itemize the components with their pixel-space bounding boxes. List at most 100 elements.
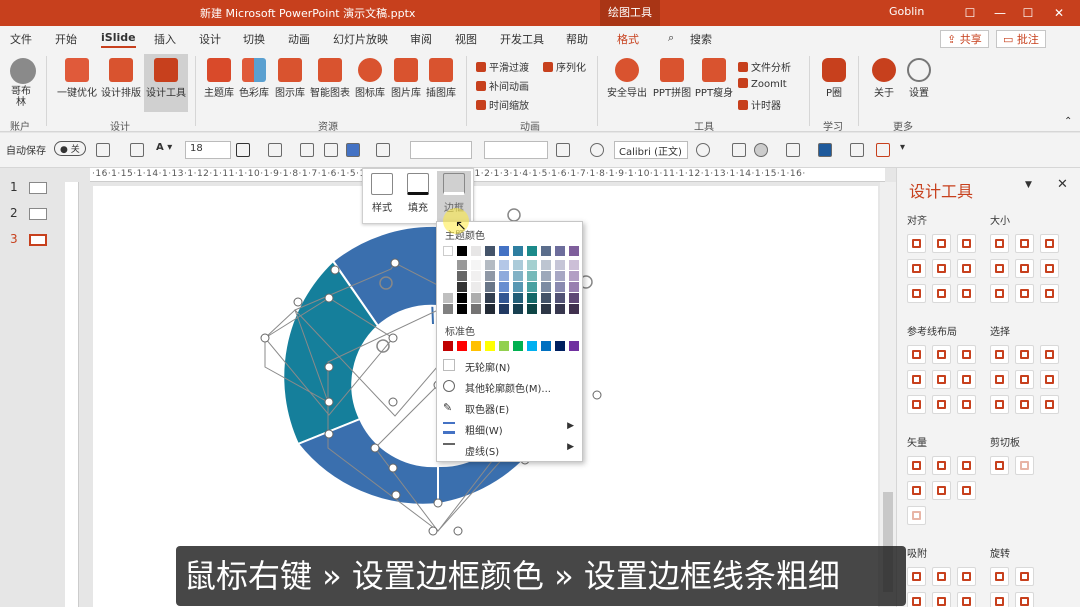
tab-file[interactable]: 文件 bbox=[10, 31, 32, 47]
pane-tool-button[interactable] bbox=[932, 234, 951, 253]
pane-tool-button[interactable] bbox=[932, 592, 951, 607]
color-swatch[interactable] bbox=[513, 293, 523, 303]
pane-tool-button[interactable] bbox=[1015, 234, 1034, 253]
color-swatch[interactable] bbox=[555, 293, 565, 303]
pane-tool-button[interactable] bbox=[907, 370, 926, 389]
color-swatch[interactable] bbox=[527, 246, 537, 256]
pane-tool-button[interactable] bbox=[907, 395, 926, 414]
pane-tool-button[interactable] bbox=[1015, 370, 1034, 389]
shape-icon[interactable] bbox=[300, 143, 314, 157]
comment-button[interactable]: ▭ 批注 bbox=[996, 30, 1046, 48]
color-swatch[interactable] bbox=[499, 304, 509, 314]
pen-icon[interactable] bbox=[268, 143, 282, 157]
pane-menu-icon[interactable]: ▼ bbox=[1025, 180, 1032, 190]
pane-tool-button[interactable] bbox=[957, 456, 976, 475]
color-swatch[interactable] bbox=[485, 293, 495, 303]
color-swatch[interactable] bbox=[457, 271, 467, 281]
color-swatch[interactable] bbox=[457, 304, 467, 314]
pane-tool-button[interactable] bbox=[990, 234, 1009, 253]
pane-tool-button[interactable] bbox=[957, 234, 976, 253]
color-swatch[interactable] bbox=[527, 304, 537, 314]
timer-button[interactable]: 计时器 bbox=[738, 97, 781, 112]
color-swatch[interactable] bbox=[513, 246, 523, 256]
standard-color-swatch[interactable] bbox=[443, 341, 453, 351]
tab-design[interactable]: 设计 bbox=[199, 31, 221, 47]
collapse-ribbon-icon[interactable]: ⌃ bbox=[1064, 116, 1072, 127]
sequence-button[interactable]: 序列化 bbox=[543, 59, 586, 74]
color-swatch[interactable] bbox=[457, 260, 467, 270]
user-name[interactable]: Goblin bbox=[889, 5, 924, 18]
pane-tool-button[interactable] bbox=[932, 370, 951, 389]
color-swatch[interactable] bbox=[527, 260, 537, 270]
pane-tool-button[interactable] bbox=[957, 481, 976, 500]
pane-tool-button[interactable] bbox=[1015, 567, 1034, 586]
dash-icon[interactable] bbox=[376, 143, 390, 157]
color-swatch[interactable] bbox=[485, 260, 495, 270]
pane-tool-button[interactable] bbox=[990, 395, 1009, 414]
standard-color-swatch[interactable] bbox=[457, 341, 467, 351]
color-swatch[interactable] bbox=[555, 282, 565, 292]
pane-tool-button[interactable] bbox=[1015, 395, 1034, 414]
color-swatch[interactable] bbox=[555, 271, 565, 281]
color-swatch[interactable] bbox=[513, 304, 523, 314]
settings-button[interactable]: 设置 bbox=[903, 58, 935, 99]
icon-library-button[interactable]: 图标库 bbox=[353, 58, 387, 99]
color-swatch[interactable] bbox=[471, 293, 481, 303]
color-swatch[interactable] bbox=[541, 304, 551, 314]
color-swatch[interactable] bbox=[485, 271, 495, 281]
standard-color-swatch[interactable] bbox=[569, 341, 579, 351]
user-avatar-icon[interactable]: ☐ bbox=[960, 3, 980, 23]
about-button[interactable]: 关于 bbox=[868, 58, 900, 99]
search-label[interactable]: 搜索 bbox=[690, 31, 712, 47]
tab-review[interactable]: 审阅 bbox=[410, 31, 432, 47]
tab-slideshow[interactable]: 幻灯片放映 bbox=[333, 31, 388, 47]
color-fill-icon[interactable] bbox=[818, 143, 832, 157]
pane-tool-button[interactable] bbox=[990, 345, 1009, 364]
standard-color-swatch[interactable] bbox=[499, 341, 509, 351]
color-swatch[interactable] bbox=[513, 271, 523, 281]
close-button[interactable]: ✕ bbox=[1049, 3, 1069, 23]
color-swatch[interactable] bbox=[527, 271, 537, 281]
pane-tool-button[interactable] bbox=[1015, 592, 1034, 607]
image-library-button[interactable]: 图片库 bbox=[389, 58, 423, 99]
pane-tool-button[interactable] bbox=[1015, 456, 1034, 475]
pane-tool-button[interactable] bbox=[957, 567, 976, 586]
pane-tool-button[interactable] bbox=[1040, 370, 1059, 389]
circle-icon[interactable] bbox=[754, 143, 768, 157]
tab-islide[interactable]: iSlide bbox=[101, 31, 136, 48]
autosave-toggle[interactable]: ● 关 bbox=[54, 141, 86, 156]
color-swatch[interactable] bbox=[499, 271, 509, 281]
pane-tool-button[interactable] bbox=[932, 345, 951, 364]
one-click-optimize-button[interactable]: 一键优化 bbox=[55, 58, 99, 99]
color-swatch[interactable] bbox=[569, 282, 579, 292]
color-swatch[interactable] bbox=[471, 260, 481, 270]
tab-help[interactable]: 帮助 bbox=[566, 31, 588, 47]
maximize-button[interactable]: ☐ bbox=[1018, 3, 1038, 23]
color-swatch[interactable] bbox=[443, 282, 453, 292]
color-swatch[interactable] bbox=[513, 282, 523, 292]
slide-thumbnail-1[interactable] bbox=[29, 182, 47, 194]
pane-tool-button[interactable] bbox=[907, 567, 926, 586]
eyedropper-item[interactable]: ✎ 取色器(E) bbox=[437, 397, 582, 418]
design-layout-button[interactable]: 设计排版 bbox=[99, 58, 143, 99]
slide-thumbnail-3[interactable] bbox=[29, 234, 47, 246]
color-swatch[interactable] bbox=[499, 282, 509, 292]
design-tools-button[interactable]: 设计工具 bbox=[144, 54, 188, 112]
standard-color-swatch[interactable] bbox=[513, 341, 523, 351]
color-swatch[interactable] bbox=[569, 246, 579, 256]
search-icon[interactable]: ⌕ bbox=[668, 31, 674, 45]
color-swatch[interactable] bbox=[541, 293, 551, 303]
arrange-icon[interactable] bbox=[324, 143, 338, 157]
more-colors-item[interactable]: 其他轮廓颜色(M)... bbox=[437, 376, 582, 397]
pane-tool-button[interactable] bbox=[1040, 284, 1059, 303]
tab-format[interactable]: 格式 bbox=[617, 31, 639, 47]
vertical-scrollbar[interactable] bbox=[880, 182, 896, 607]
font-name-select[interactable]: Calibri (正文) bbox=[614, 141, 688, 159]
pane-tool-button[interactable] bbox=[1040, 395, 1059, 414]
pane-tool-button[interactable] bbox=[932, 567, 951, 586]
tab-transitions[interactable]: 切换 bbox=[243, 31, 265, 47]
p-circle-button[interactable]: P圈 bbox=[818, 58, 850, 99]
color-swatch[interactable] bbox=[471, 246, 481, 256]
pane-tool-button[interactable] bbox=[1015, 345, 1034, 364]
pane-tool-button[interactable] bbox=[907, 456, 926, 475]
